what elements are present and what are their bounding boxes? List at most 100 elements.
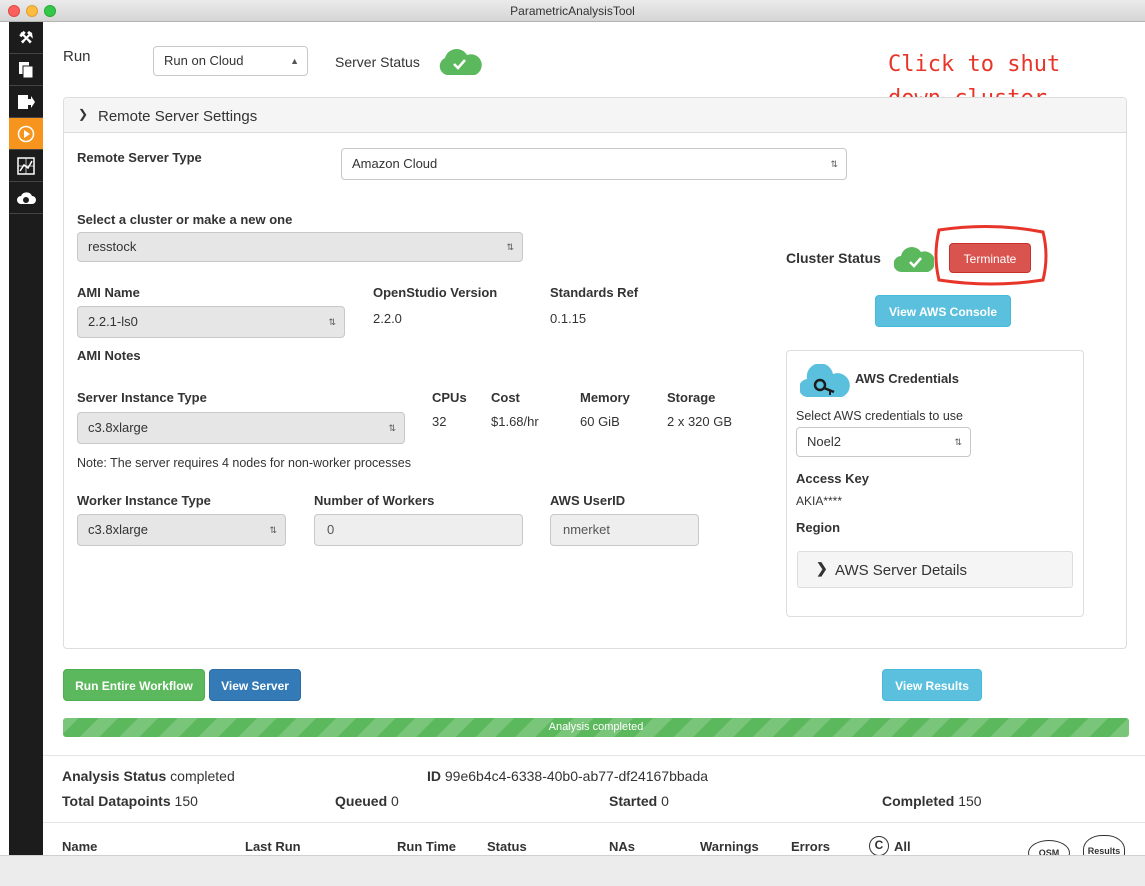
queued-label: Queued: [335, 793, 388, 809]
os-version-value: 2.2.0: [373, 311, 402, 326]
run-mode-select[interactable]: Run on Cloud ▲: [153, 46, 308, 76]
started-label: Started: [609, 793, 658, 809]
sidebar-item-server[interactable]: [9, 86, 43, 118]
sidebar: ⚒: [9, 22, 43, 886]
chevron-right-icon: ❯: [816, 560, 828, 576]
select-arrows-icon: ⇅: [269, 525, 277, 535]
remote-server-header[interactable]: ❯ Remote Server Settings: [64, 98, 1126, 133]
standards-label: Standards Ref: [550, 285, 639, 300]
column-run-time[interactable]: Run Time: [397, 839, 456, 854]
server-status-label: Server Status: [335, 54, 420, 70]
tools-icon: ⚒: [18, 29, 34, 47]
cluster-status-cloud-icon: [894, 247, 934, 273]
analysis-status-value: completed: [170, 768, 235, 784]
chart-icon: [17, 156, 35, 175]
select-arrows-icon: ⇅: [328, 317, 336, 327]
analysis-id-label: ID: [427, 768, 441, 784]
window-title: ParametricAnalysisTool: [510, 4, 635, 18]
remote-server-title: Remote Server Settings: [98, 108, 258, 125]
bottom-bar: [0, 855, 1145, 886]
total-datapoints-label: Total Datapoints: [62, 793, 171, 809]
remote-server-type-value: Amazon Cloud: [352, 156, 438, 171]
worker-instance-select[interactable]: c3.8xlarge ⇅: [77, 514, 286, 546]
progress-bar: Analysis completed: [63, 718, 1129, 737]
select-arrows-icon: ⇅: [506, 242, 514, 252]
progress-text: Analysis completed: [548, 721, 644, 733]
ami-name-value: 2.2.1-ls0: [88, 314, 138, 329]
column-name[interactable]: Name: [62, 839, 97, 854]
column-status[interactable]: Status: [487, 839, 527, 854]
view-results-button[interactable]: View Results: [882, 669, 982, 701]
sidebar-item-bcl[interactable]: [9, 182, 43, 214]
sidebar-item-design-alternatives[interactable]: [9, 54, 43, 86]
storage-value: 2 x 320 GB: [667, 414, 733, 429]
column-nas[interactable]: NAs: [609, 839, 635, 854]
view-server-button[interactable]: View Server: [209, 669, 301, 701]
run-entire-workflow-button[interactable]: Run Entire Workflow: [63, 669, 205, 701]
memory-value: 60 GiB: [580, 414, 620, 429]
run-label: Run: [63, 48, 91, 65]
sidebar-item-reports[interactable]: [9, 150, 43, 182]
copy-icon: [19, 61, 34, 78]
cloud-icon: [17, 191, 36, 204]
server-instance-label: Server Instance Type: [77, 390, 207, 405]
divider: [43, 822, 1145, 823]
analysis-status: Analysis Status completed: [62, 768, 235, 784]
progress-fill: Analysis completed: [63, 718, 1129, 737]
aws-userid-input[interactable]: nmerket: [550, 514, 699, 546]
zoom-window-button[interactable]: [44, 5, 56, 17]
select-arrows-icon: ▲: [290, 56, 299, 66]
server-instance-value: c3.8xlarge: [88, 420, 148, 435]
worker-instance-label: Worker Instance Type: [77, 493, 211, 508]
queued: Queued 0: [335, 793, 399, 809]
completed-value: 150: [958, 793, 982, 809]
column-warnings[interactable]: Warnings: [700, 839, 759, 854]
key-cloud-icon: [800, 364, 850, 398]
server-note: Note: The server requires 4 nodes for no…: [77, 456, 411, 470]
main-content: Run Run on Cloud ▲ Server Status Click to…: [43, 22, 1145, 886]
view-aws-console-button[interactable]: View AWS Console: [875, 295, 1011, 327]
terminate-button[interactable]: Terminate: [949, 243, 1031, 273]
select-all-label[interactable]: All: [894, 839, 911, 854]
sidebar-item-measures[interactable]: ⚒: [9, 22, 43, 54]
title-bar: ParametricAnalysisTool: [0, 0, 1145, 22]
os-version-label: OpenStudio Version: [373, 285, 498, 300]
cluster-value: resstock: [88, 239, 137, 254]
queued-value: 0: [391, 793, 399, 809]
export-icon: [18, 94, 35, 109]
analysis-status-label: Analysis Status: [62, 768, 167, 784]
column-last-run[interactable]: Last Run: [245, 839, 301, 854]
cluster-select-label: Select a cluster or make a new one: [77, 212, 293, 227]
cluster-status-label: Cluster Status: [786, 250, 881, 266]
num-workers-label: Number of Workers: [314, 493, 435, 508]
aws-credentials-title: AWS Credentials: [855, 371, 960, 386]
chevron-down-icon: ❯: [78, 107, 89, 121]
cluster-select[interactable]: resstock ⇅: [77, 232, 523, 262]
total-datapoints-value: 150: [174, 793, 198, 809]
credentials-select-label: Select AWS credentials to use: [796, 409, 963, 423]
app-window: ParametricAnalysisTool ⚒ Run Run on Clou…: [0, 0, 1145, 886]
column-errors[interactable]: Errors: [791, 839, 830, 854]
ami-name-select[interactable]: 2.2.1-ls0 ⇅: [77, 306, 345, 338]
credentials-value: Noel2: [807, 434, 841, 449]
aws-server-details-title: AWS Server Details: [835, 562, 967, 579]
minimize-window-button[interactable]: [26, 5, 38, 17]
remote-server-type-label: Remote Server Type: [77, 150, 202, 165]
region-label: Region: [796, 520, 841, 535]
started-value: 0: [661, 793, 669, 809]
clear-selection-icon[interactable]: C: [869, 836, 889, 856]
select-arrows-icon: ⇅: [954, 437, 962, 447]
aws-server-details-toggle[interactable]: ❯ AWS Server Details: [797, 551, 1073, 588]
aws-userid-label: AWS UserID: [550, 493, 626, 508]
analysis-id: ID 99e6b4c4-6338-40b0-ab77-df24167bbada: [427, 768, 708, 784]
sidebar-item-run[interactable]: [9, 118, 43, 150]
memory-label: Memory: [580, 390, 630, 405]
access-key-value: AKIA****: [796, 494, 843, 508]
server-instance-select[interactable]: c3.8xlarge ⇅: [77, 412, 405, 444]
num-workers-input[interactable]: 0: [314, 514, 523, 546]
close-window-button[interactable]: [8, 5, 20, 17]
credentials-select[interactable]: Noel2 ⇅: [796, 427, 971, 457]
worker-instance-value: c3.8xlarge: [88, 522, 148, 537]
standards-value: 0.1.15: [550, 311, 587, 326]
remote-server-type-select[interactable]: Amazon Cloud ⇅: [341, 148, 847, 180]
